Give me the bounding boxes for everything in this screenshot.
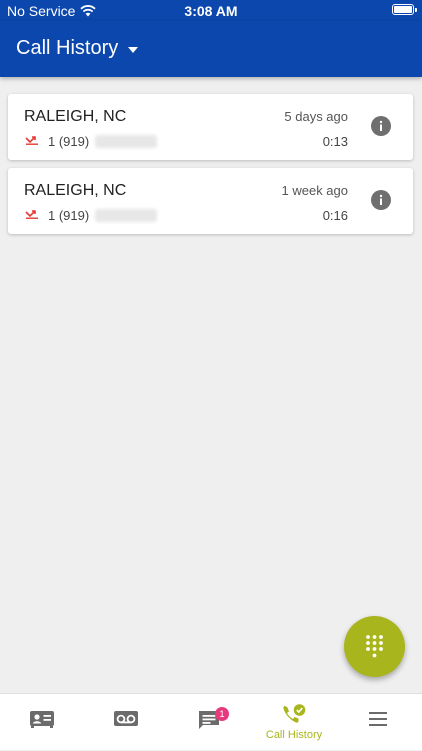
call-duration: 0:16 bbox=[322, 208, 348, 223]
call-history-item[interactable]: RALEIGH, NC 5 days ago 1 (919) 0:13 bbox=[8, 94, 413, 160]
dialpad-button[interactable] bbox=[344, 616, 405, 677]
call-history-item[interactable]: RALEIGH, NC 1 week ago 1 (919) 0:16 bbox=[8, 168, 413, 234]
page-title: Call History bbox=[16, 37, 119, 59]
menu-icon bbox=[369, 712, 387, 726]
call-location: RALEIGH, NC bbox=[24, 182, 127, 199]
call-history-filter-dropdown[interactable]: Call History bbox=[16, 37, 139, 60]
status-bar: No Service 3:08 AM bbox=[0, 0, 422, 21]
call-history-list: RALEIGH, NC 5 days ago 1 (919) 0:13 RALE… bbox=[8, 94, 413, 242]
info-icon[interactable] bbox=[371, 116, 391, 136]
nav-call-history[interactable]: Call History bbox=[252, 694, 336, 751]
missed-call-icon bbox=[25, 210, 38, 219]
call-time: 5 days ago bbox=[284, 109, 348, 124]
voicemail-icon bbox=[114, 711, 138, 726]
dialpad-icon bbox=[366, 635, 383, 658]
call-history-icon bbox=[283, 704, 306, 723]
nav-voicemail[interactable] bbox=[84, 694, 168, 751]
bottom-navigation: 1 Call History bbox=[0, 693, 422, 750]
missed-call-icon bbox=[25, 136, 38, 145]
call-number: 1 (919) bbox=[48, 208, 158, 223]
nav-menu[interactable] bbox=[336, 694, 420, 751]
nav-contacts[interactable] bbox=[0, 694, 84, 751]
call-location: RALEIGH, NC bbox=[24, 108, 127, 125]
app-bar: Call History bbox=[0, 21, 422, 77]
battery-icon bbox=[392, 4, 417, 15]
nav-messages[interactable]: 1 bbox=[168, 694, 252, 751]
call-time: 1 week ago bbox=[281, 183, 349, 198]
nav-call-history-label: Call History bbox=[265, 729, 323, 741]
status-time: 3:08 AM bbox=[184, 3, 238, 19]
contacts-icon bbox=[30, 711, 54, 728]
chevron-down-icon bbox=[128, 47, 139, 53]
call-duration: 0:13 bbox=[322, 134, 348, 149]
call-number: 1 (919) bbox=[48, 134, 158, 149]
unread-badge: 1 bbox=[215, 707, 229, 721]
info-icon[interactable] bbox=[371, 190, 391, 210]
